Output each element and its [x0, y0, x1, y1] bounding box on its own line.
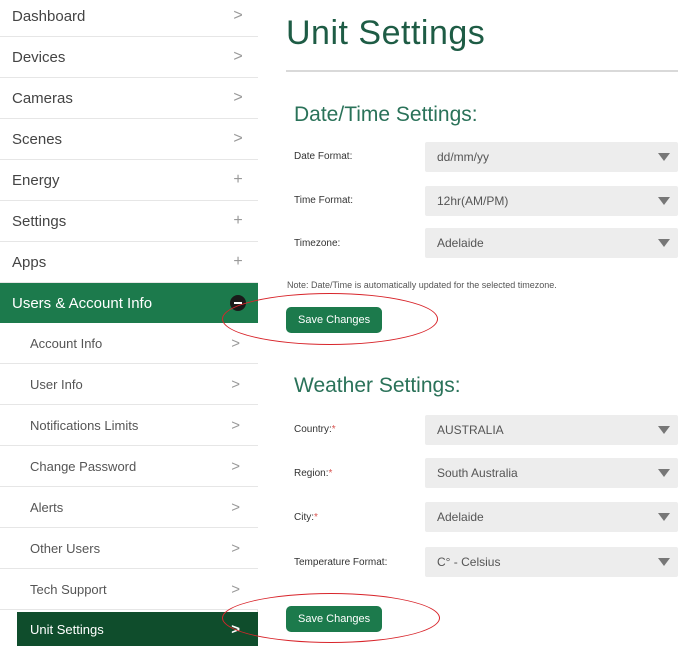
time-format-select[interactable]: 12hr(AM/PM): [425, 186, 678, 216]
sidebar-item-label: Scenes: [12, 130, 63, 148]
chevron-right-icon: >: [231, 375, 240, 393]
temperature-format-select[interactable]: C° - Celsius: [425, 547, 678, 577]
dropdown-caret-icon: [658, 426, 670, 434]
sidebar-item-label: Cameras: [12, 89, 73, 107]
city-value: Adelaide: [437, 510, 484, 524]
timezone-value: Adelaide: [437, 236, 484, 250]
sidebar-item-settings[interactable]: Settings +: [0, 201, 258, 242]
required-asterisk: *: [331, 424, 336, 435]
sidebar-subitem-label: Tech Support: [30, 581, 107, 597]
sidebar-subitem-tech-support[interactable]: Tech Support >: [0, 569, 258, 610]
city-label: City:*: [294, 512, 318, 523]
title-divider: [286, 70, 678, 72]
country-label: Country:*: [294, 424, 336, 435]
country-select[interactable]: AUSTRALIA: [425, 415, 678, 445]
sidebar-item-energy[interactable]: Energy +: [0, 160, 258, 201]
dropdown-caret-icon: [658, 513, 670, 521]
chevron-right-icon: >: [231, 580, 240, 598]
sidebar-item-label: Energy: [12, 171, 60, 189]
plus-icon: +: [233, 171, 243, 188]
time-format-label: Time Format:: [294, 195, 354, 206]
dropdown-caret-icon: [658, 558, 670, 566]
chevron-right-icon: >: [231, 457, 240, 475]
plus-icon: +: [233, 253, 243, 270]
sidebar-item-devices[interactable]: Devices >: [0, 37, 258, 78]
annotation-ring: [222, 593, 440, 643]
dropdown-caret-icon: [658, 469, 670, 477]
time-format-value: 12hr(AM/PM): [437, 194, 509, 208]
dropdown-caret-icon: [658, 153, 670, 161]
sidebar-subitem-alerts[interactable]: Alerts >: [0, 487, 258, 528]
sidebar-item-label: Settings: [12, 212, 67, 230]
required-asterisk: *: [314, 512, 318, 523]
sidebar-item-label: Devices: [12, 48, 66, 66]
sidebar-subitem-notifications-limits[interactable]: Notifications Limits >: [0, 405, 258, 446]
timezone-label: Timezone:: [294, 238, 341, 249]
chevron-right-icon: >: [231, 498, 240, 516]
timezone-select[interactable]: Adelaide: [425, 228, 678, 258]
temperature-format-value: C° - Celsius: [437, 555, 501, 569]
date-format-select[interactable]: dd/mm/yy: [425, 142, 678, 172]
sidebar-subitem-label: Account Info: [30, 335, 103, 351]
plus-icon: +: [233, 212, 243, 229]
chevron-right-icon: >: [231, 416, 240, 434]
chevron-right-icon: >: [233, 48, 243, 65]
page-title: Unit Settings: [286, 14, 486, 52]
sidebar-subitem-change-password[interactable]: Change Password >: [0, 446, 258, 487]
sidebar-subitem-label: Other Users: [30, 540, 101, 556]
sidebar-subitem-label: Change Password: [30, 458, 137, 474]
dropdown-caret-icon: [658, 197, 670, 205]
chevron-right-icon: >: [233, 89, 243, 106]
sidebar: Dashboard > Devices > Cameras > Scenes >…: [0, 0, 258, 646]
date-format-value: dd/mm/yy: [437, 150, 490, 164]
chevron-right-icon: >: [231, 334, 240, 352]
sidebar-item-users-account-info[interactable]: Users & Account Info: [0, 283, 258, 324]
dropdown-caret-icon: [658, 239, 670, 247]
datetime-section-title: Date/Time Settings:: [294, 103, 478, 126]
sidebar-item-dashboard[interactable]: Dashboard >: [0, 0, 258, 37]
sidebar-subitem-label: Alerts: [30, 499, 64, 515]
weather-section-title: Weather Settings:: [294, 374, 461, 397]
chevron-right-icon: >: [233, 130, 243, 147]
sidebar-item-label: Users & Account Info: [12, 294, 153, 312]
chevron-right-icon: >: [233, 7, 243, 24]
sidebar-subitem-user-info[interactable]: User Info >: [0, 364, 258, 405]
sidebar-subitem-account-info[interactable]: Account Info >: [0, 323, 258, 364]
temperature-format-label: Temperature Format:: [294, 557, 388, 568]
sidebar-subitem-label: Unit Settings: [30, 621, 104, 637]
sidebar-item-cameras[interactable]: Cameras >: [0, 78, 258, 119]
country-value: AUSTRALIA: [437, 423, 504, 437]
required-asterisk: *: [328, 468, 333, 479]
sidebar-item-label: Dashboard: [12, 7, 86, 25]
sidebar-subitem-label: User Info: [30, 376, 83, 392]
region-label: Region:*: [294, 468, 333, 479]
sidebar-subitem-other-users[interactable]: Other Users >: [0, 528, 258, 569]
annotation-ring: [222, 293, 438, 345]
region-select[interactable]: South Australia: [425, 458, 678, 488]
sidebar-item-label: Apps: [12, 253, 47, 271]
sidebar-subitem-label: Notifications Limits: [30, 417, 139, 433]
region-value: South Australia: [437, 466, 518, 480]
chevron-right-icon: >: [231, 539, 240, 557]
timezone-note: Note: Date/Time is automatically updated…: [287, 280, 557, 290]
city-select[interactable]: Adelaide: [425, 502, 678, 532]
sidebar-item-scenes[interactable]: Scenes >: [0, 119, 258, 160]
sidebar-item-apps[interactable]: Apps +: [0, 242, 258, 283]
date-format-label: Date Format:: [294, 151, 353, 162]
